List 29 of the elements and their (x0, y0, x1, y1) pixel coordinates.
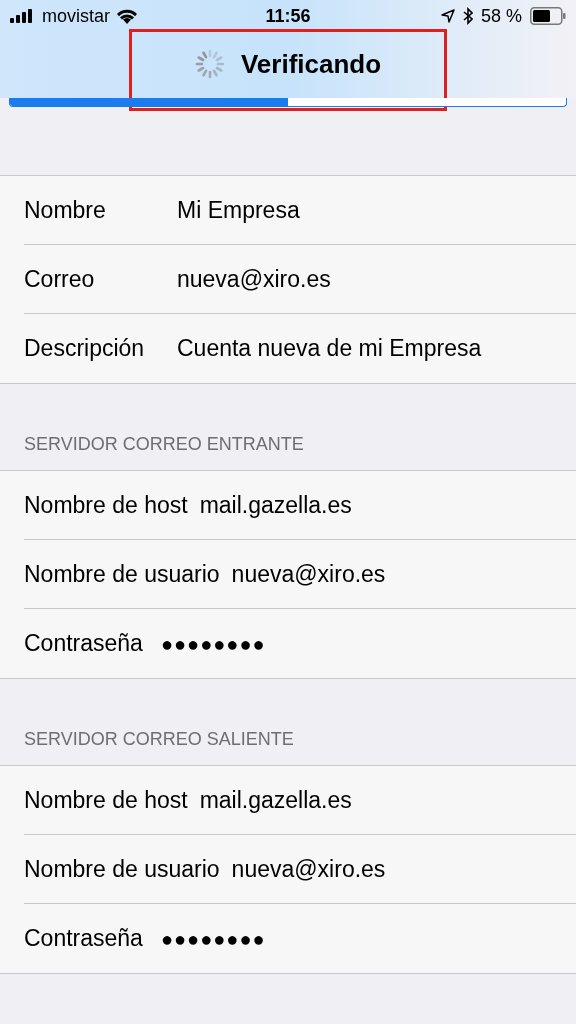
field-label: Nombre (24, 195, 107, 225)
battery-icon (530, 7, 566, 25)
field-label: Correo (24, 264, 96, 294)
spinner-icon (194, 49, 225, 79)
input-field[interactable]: Mi Empresa (177, 192, 300, 228)
input-field[interactable]: nueva@xiro.es (177, 261, 331, 297)
password-field[interactable]: ●●●●●●●● (160, 628, 266, 659)
nav-title: Verificando (240, 47, 382, 81)
section-header: SERVIDOR CORREO ENTRANTE (24, 433, 304, 456)
input-field[interactable]: mail.gazella.es (199, 487, 352, 523)
field-label: Contraseña (24, 924, 143, 954)
clock-time: 11:56 (264, 4, 312, 28)
location-arrow-icon (440, 9, 455, 23)
input-field[interactable]: nueva@xiro.es (231, 556, 386, 592)
section-header: SERVIDOR CORREO SALIENTE (24, 728, 294, 751)
input-field[interactable]: mail.gazella.es (199, 782, 352, 818)
field-label: Descripción (24, 334, 146, 364)
wifi-icon (116, 8, 138, 24)
password-field[interactable]: ●●●●●●●● (160, 923, 266, 954)
field-label: Nombre de host (24, 490, 188, 520)
input-field[interactable]: Cuenta nueva de mi Empresa (177, 331, 482, 366)
input-field[interactable]: nueva@xiro.es (231, 851, 386, 887)
field-label: Nombre de host (24, 785, 188, 815)
field-label: Nombre de usuario (24, 559, 220, 589)
field-label: Contraseña (24, 629, 143, 659)
battery-percent: 58 % (480, 4, 522, 28)
carrier-name: movistar (42, 4, 110, 28)
bluetooth-icon (462, 7, 473, 25)
field-label: Nombre de usuario (24, 854, 220, 884)
